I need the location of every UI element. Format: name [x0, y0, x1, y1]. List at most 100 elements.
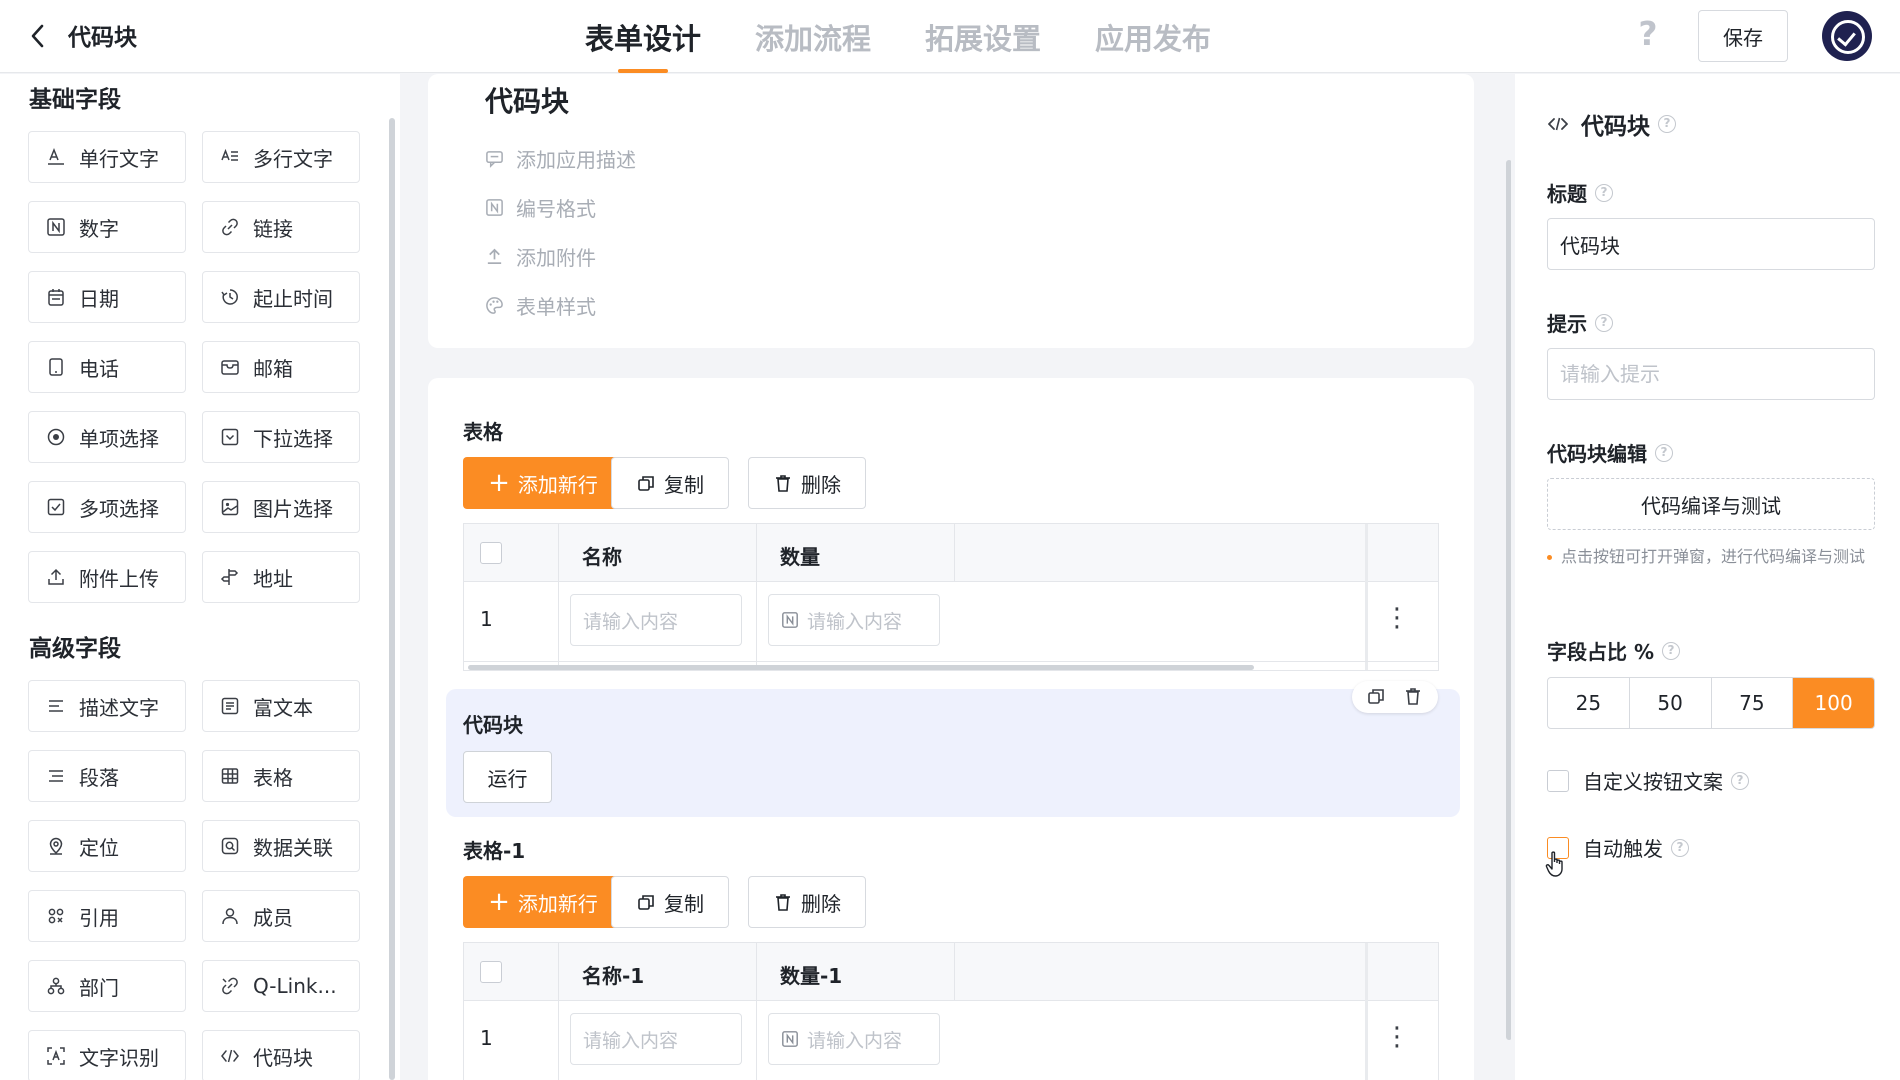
basic-field-link[interactable]: 链接 — [202, 201, 360, 253]
basic-field-number[interactable]: 数字 — [28, 201, 186, 253]
advanced-field-ocr[interactable]: 文字识别 — [28, 1030, 186, 1080]
table1-quantity-input[interactable]: 请输入内容 — [768, 594, 940, 646]
form-style-link[interactable]: 表单样式 — [485, 291, 596, 320]
help-circle-icon[interactable]: ? — [1655, 443, 1673, 462]
table1-hscrollbar[interactable] — [468, 665, 1254, 670]
help-circle-icon[interactable]: ? — [1662, 641, 1681, 660]
table2-add-row-button[interactable]: + 添加新行 — [463, 876, 623, 928]
advanced-field-location[interactable]: 定位 — [28, 820, 186, 872]
copy-icon — [638, 895, 654, 910]
basic-field-mail[interactable]: 邮箱 — [202, 341, 360, 393]
tab-app-publish[interactable]: 应用发布 — [1095, 0, 1211, 73]
advanced-field-rich-text[interactable]: 富文本 — [202, 680, 360, 732]
tab-extend-settings[interactable]: 拓展设置 — [925, 0, 1041, 73]
help-circle-icon[interactable]: ? — [1658, 115, 1676, 133]
radio-icon — [45, 426, 67, 448]
number-format-link[interactable]: 编号格式 — [485, 193, 596, 222]
basic-field-time-range[interactable]: 起止时间 — [202, 271, 360, 323]
basic-field-phone[interactable]: 电话 — [28, 341, 186, 393]
tab-form-design[interactable]: 表单设计 — [585, 0, 701, 73]
property-panel-title: 代码块 — [1581, 114, 1650, 140]
table1-copy-button[interactable]: 复制 — [611, 457, 729, 509]
basic-field-radio[interactable]: 单项选择 — [28, 411, 186, 463]
table1-label[interactable]: 表格 — [463, 416, 503, 445]
advanced-field-member[interactable]: 成员 — [202, 890, 360, 942]
table2-delete-button[interactable]: 删除 — [748, 876, 866, 928]
table2-label[interactable]: 表格-1 — [463, 835, 525, 864]
field-label: 部门 — [79, 975, 119, 1000]
help-icon[interactable]: ? — [1632, 16, 1664, 52]
field-label: 单项选择 — [79, 426, 159, 451]
delete-field-icon[interactable] — [1403, 686, 1425, 708]
advanced-field-department[interactable]: 部门 — [28, 960, 186, 1012]
field-label: 成员 — [253, 905, 293, 930]
run-button[interactable]: 运行 — [463, 751, 552, 803]
advanced-fields-title: 高级字段 — [29, 636, 121, 662]
table2-select-all-checkbox[interactable] — [480, 961, 502, 983]
auto-trigger-checkbox[interactable]: 自动触发 ? — [1547, 833, 1689, 862]
title-input[interactable] — [1547, 218, 1875, 270]
table2-quantity-input[interactable]: 请输入内容 — [768, 1013, 940, 1065]
advanced-field-reference[interactable]: 引用 — [28, 890, 186, 942]
table2-row-more-icon[interactable]: ⋮ — [1384, 1022, 1410, 1052]
table1-add-row-button[interactable]: + 添加新行 — [463, 457, 623, 509]
advanced-field-table[interactable]: 表格 — [202, 750, 360, 802]
table1-name-input[interactable]: 请输入内容 — [570, 594, 742, 646]
basic-field-image[interactable]: 图片选择 — [202, 481, 360, 533]
field-label: 数字 — [79, 216, 119, 241]
add-description-link[interactable]: 添加应用描述 — [485, 144, 636, 173]
save-button[interactable]: 保存 — [1698, 10, 1788, 62]
field-label: Q-Link... — [253, 974, 337, 998]
width-ratio-label: 字段占比 % ? — [1547, 636, 1681, 665]
time-range-icon — [219, 286, 241, 308]
basic-field-dropdown[interactable]: 下拉选择 — [202, 411, 360, 463]
table1-delete-button[interactable]: 删除 — [748, 457, 866, 509]
advanced-field-paragraph[interactable]: 段落 — [28, 750, 186, 802]
advanced-field-qlink[interactable]: Q-Link... — [202, 960, 360, 1012]
table2-name-input[interactable]: 请输入内容 — [570, 1013, 742, 1065]
field-label: 代码块 — [253, 1045, 313, 1070]
placeholder-text: 请输入内容 — [807, 610, 903, 633]
add-row-label: 添加新行 — [517, 891, 598, 916]
help-circle-icon[interactable]: ? — [1595, 313, 1613, 332]
field-label: 富文本 — [253, 695, 313, 720]
tab-add-process[interactable]: 添加流程 — [755, 0, 871, 73]
custom-button-text-checkbox[interactable]: 自定义按钮文案 ? — [1547, 766, 1749, 795]
checkbox[interactable] — [1547, 769, 1569, 792]
basic-field-multi-line-text[interactable]: 多行文字 — [202, 131, 360, 183]
table2-copy-button[interactable]: 复制 — [611, 876, 729, 928]
field-label: 段落 — [79, 765, 119, 790]
table1-select-all-checkbox[interactable] — [480, 542, 502, 564]
advanced-field-code[interactable]: 代码块 — [202, 1030, 360, 1080]
width-option-100[interactable]: 100 — [1793, 678, 1874, 728]
back-icon[interactable] — [24, 20, 52, 52]
placeholder-text: 请输入内容 — [807, 1029, 903, 1052]
form-title[interactable]: 代码块 — [485, 80, 569, 120]
department-icon — [45, 975, 67, 997]
help-circle-icon[interactable]: ? — [1671, 838, 1689, 857]
palette-scrollbar[interactable] — [389, 118, 395, 1080]
basic-field-upload[interactable]: 附件上传 — [28, 551, 186, 603]
basic-field-checkbox[interactable]: 多项选择 — [28, 481, 186, 533]
help-circle-icon[interactable]: ? — [1595, 183, 1613, 202]
help-circle-icon[interactable]: ? — [1731, 771, 1749, 790]
width-option-50[interactable]: 50 — [1630, 678, 1712, 728]
basic-field-single-line-text[interactable]: 单行文字 — [28, 131, 186, 183]
width-option-25[interactable]: 25 — [1548, 678, 1630, 728]
avatar[interactable] — [1822, 11, 1872, 61]
code-compile-test-button[interactable]: 代码编译与测试 — [1547, 478, 1875, 530]
advanced-field-data-link[interactable]: 数据关联 — [202, 820, 360, 872]
copy-field-icon[interactable] — [1366, 686, 1388, 708]
add-attachment-link[interactable]: 添加附件 — [485, 242, 596, 271]
tip-input[interactable] — [1547, 348, 1875, 400]
basic-field-address[interactable]: 地址 — [202, 551, 360, 603]
width-option-75[interactable]: 75 — [1712, 678, 1794, 728]
placeholder-text: 请输入内容 — [583, 610, 679, 633]
table2-row-number: 1 — [480, 1026, 493, 1050]
canvas-scrollbar[interactable] — [1506, 160, 1511, 1040]
table1-row-more-icon[interactable]: ⋮ — [1384, 603, 1410, 633]
basic-field-calendar[interactable]: 日期 — [28, 271, 186, 323]
plus-icon: + — [488, 887, 510, 917]
code-block-field[interactable]: 代码块 运行 — [446, 681, 1460, 817]
advanced-field-description[interactable]: 描述文字 — [28, 680, 186, 732]
